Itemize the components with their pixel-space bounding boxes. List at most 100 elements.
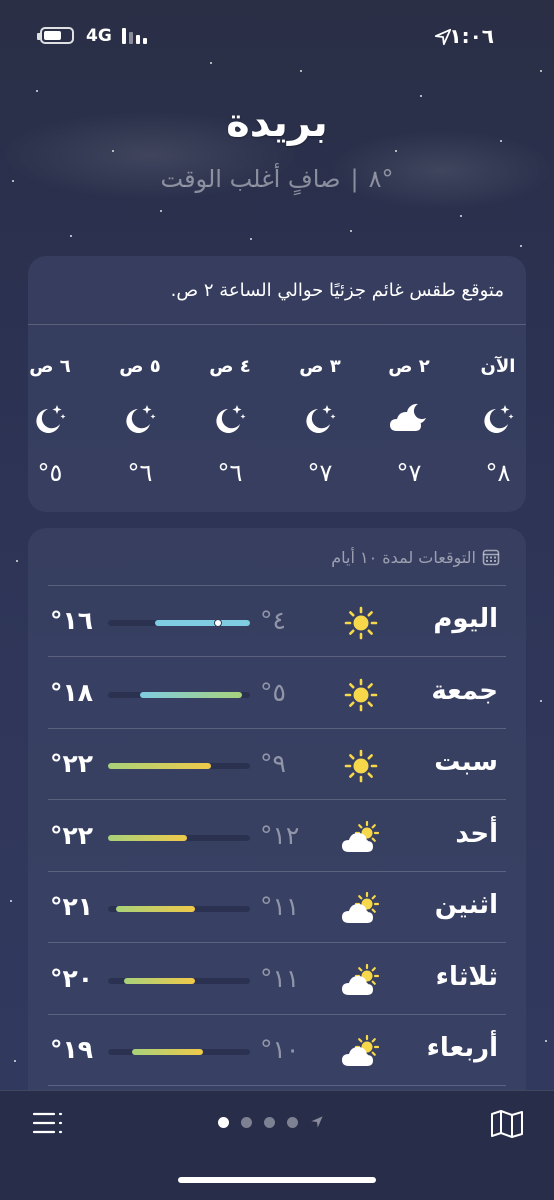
forecast-low-temperature: °١٠: [260, 1035, 300, 1064]
temperature-range-track: [108, 763, 250, 769]
moon-stars-icon: [290, 397, 350, 439]
hourly-item: ٣ ص °٧: [290, 356, 350, 487]
page-dot[interactable]: [218, 1116, 229, 1128]
cloud-sun-icon: [338, 886, 384, 932]
forecast-high-temperature: °٢٠: [50, 963, 94, 993]
page-dot[interactable]: [264, 1116, 275, 1128]
sun-icon: [338, 743, 384, 789]
ten-day-header-label: التوقعات لمدة ١٠ أيام: [331, 548, 476, 567]
temperature-range-bar: [139, 691, 243, 698]
divider: [48, 1085, 506, 1086]
current-temperature: °٨: [368, 165, 394, 193]
forecast-high-temperature: °٢٢: [50, 820, 94, 850]
temperature-range-track: [108, 977, 250, 984]
moon-stars-icon: [468, 397, 528, 439]
temperature-range-track: [108, 691, 250, 698]
temperature-range-bar: [131, 1049, 203, 1055]
divider: [28, 324, 526, 325]
forecast-low-temperature: °١٢: [260, 820, 300, 850]
temperature-range-bar: [155, 620, 250, 626]
temperature-range-bar: [115, 906, 195, 912]
temperature-range-bar: [108, 763, 211, 769]
forecast-high-temperature: °٢٢: [50, 749, 94, 778]
temperature-range-track: [108, 834, 250, 841]
forecast-low-temperature: °٩: [260, 749, 286, 778]
forecast-low-temperature: °١١: [260, 963, 300, 993]
hour-label: ٤ ص: [209, 356, 251, 377]
current-conditions: °٨ | صافٍ أغلب الوقت: [0, 165, 554, 193]
temperature-range-track: [108, 906, 250, 912]
current-location-page-icon[interactable]: [310, 1115, 324, 1129]
forecast-row: اليوم °٤ °١٦: [28, 586, 526, 657]
calendar-icon: [482, 549, 500, 566]
moon-stars-icon: [110, 397, 170, 439]
hour-label: الآن: [480, 356, 516, 377]
moon-stars-icon: [200, 397, 260, 439]
sun-icon: [338, 600, 384, 646]
forecast-row: سبت °٩ °٢٢: [28, 729, 526, 800]
hourly-forecast-card[interactable]: متوقع طقس غائم جزئيًا حوالي الساعة ٢ ص. …: [28, 256, 526, 512]
hour-temperature: °٦: [217, 459, 243, 487]
forecast-day-label: ثلاثاء: [435, 961, 498, 992]
forecast-high-temperature: °١٦: [50, 606, 94, 635]
hour-label: ٦ ص: [29, 356, 71, 377]
cloud-sun-icon: [338, 958, 384, 1004]
map-icon[interactable]: [490, 1109, 524, 1139]
hourly-item: ٢ ص °٧: [379, 356, 439, 487]
forecast-day-label: اثنين: [434, 890, 498, 920]
cloud-sun-icon: [338, 815, 384, 861]
hourly-item: ٥ ص °٦: [110, 356, 170, 487]
signal-bars-icon: [122, 28, 152, 44]
list-icon[interactable]: [32, 1111, 64, 1135]
hour-label: ٢ ص: [388, 356, 430, 377]
ten-day-header: التوقعات لمدة ١٠ أيام: [331, 548, 500, 567]
home-indicator[interactable]: [178, 1177, 376, 1183]
hour-label: ٣ ص: [299, 356, 341, 377]
hourly-summary: متوقع طقس غائم جزئيًا حوالي الساعة ٢ ص.: [170, 280, 504, 301]
ten-day-forecast-card[interactable]: التوقعات لمدة ١٠ أيام اليوم °٤ °١٦ جمعة …: [28, 528, 526, 1128]
separator: |: [350, 165, 359, 193]
weather-screen: 4G ١:٠٦ بريدة °٨ | صافٍ أغلب الوقت متوقع ط…: [0, 0, 554, 1200]
forecast-row: ثلاثاء °١١ °٢٠: [28, 944, 526, 1015]
forecast-low-temperature: °٤: [260, 606, 286, 635]
status-bar: 4G ١:٠٦: [0, 22, 554, 52]
temperature-range-track: [108, 1049, 250, 1055]
city-name: بريدة: [226, 100, 328, 146]
temperature-range-track: [108, 619, 250, 627]
moon-stars-icon: [20, 397, 80, 439]
page-dot[interactable]: [241, 1116, 252, 1128]
hour-label: ٥ ص: [119, 356, 161, 377]
hourly-item: ٤ ص °٦: [200, 356, 260, 487]
page-indicator[interactable]: [218, 1115, 324, 1129]
current-condition-text: صافٍ أغلب الوقت: [160, 165, 341, 193]
page-dot[interactable]: [287, 1116, 298, 1128]
forecast-high-temperature: °٢١: [50, 892, 94, 921]
network-type: 4G: [86, 26, 112, 46]
forecast-low-temperature: °٥: [260, 677, 286, 707]
forecast-row: اثنين °١١ °٢١: [28, 872, 526, 943]
hour-temperature: °٧: [307, 459, 333, 487]
sun-icon: [338, 672, 384, 718]
forecast-high-temperature: °١٨: [50, 677, 94, 707]
temperature-range-bar: [108, 834, 187, 841]
forecast-day-label: اليوم: [433, 604, 498, 634]
bottom-toolbar: [0, 1090, 554, 1200]
forecast-row: جمعة °٥ °١٨: [28, 658, 526, 729]
forecast-day-label: جمعة: [431, 675, 498, 706]
forecast-row: أحد °١٢ °٢٢: [28, 801, 526, 872]
hourly-item: الآن °٨: [468, 356, 528, 487]
battery-icon: [37, 27, 74, 44]
forecast-high-temperature: °١٩: [50, 1035, 94, 1064]
hour-temperature: °٦: [127, 459, 153, 487]
forecast-day-label: أحد: [455, 818, 498, 849]
hourly-item: ٦ ص °٥: [20, 356, 80, 487]
status-time: ١:٠٦: [449, 24, 494, 48]
hour-temperature: °٨: [485, 459, 511, 487]
forecast-row: أربعاء °١٠ °١٩: [28, 1015, 526, 1086]
cloud-sun-icon: [338, 1029, 384, 1075]
hour-temperature: °٧: [396, 459, 422, 487]
cloud-moon-icon: [379, 397, 439, 439]
temperature-range-bar: [123, 977, 195, 984]
forecast-low-temperature: °١١: [260, 892, 300, 921]
forecast-day-label: سبت: [434, 747, 498, 777]
